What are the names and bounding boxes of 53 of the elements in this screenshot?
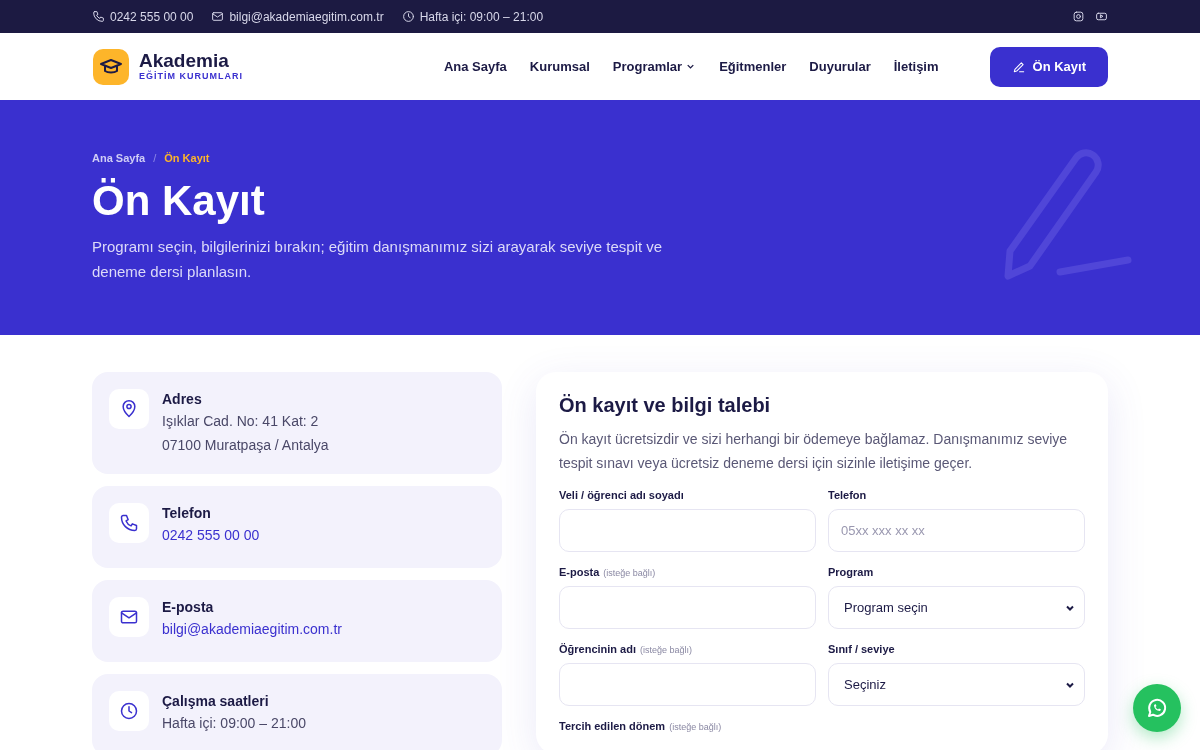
field-label: Tercih edilen dönem (isteğe bağlı) xyxy=(559,720,723,732)
mail-icon xyxy=(211,10,225,23)
breadcrumb-link[interactable]: Ana Sayfa xyxy=(92,152,146,164)
whatsapp-icon xyxy=(1145,696,1169,720)
breadcrumb-current: Ön Kayıt xyxy=(164,152,210,164)
field-label: Veli / öğrenci adı soyadı xyxy=(559,489,685,501)
brand-tagline: EĞİTİM KURUMLARI xyxy=(139,72,243,82)
mail-icon xyxy=(119,607,139,627)
phone-icon xyxy=(92,10,105,23)
topbar-hours: Hafta içi: 09:00 – 21:00 xyxy=(419,9,544,24)
pencil-icon xyxy=(1011,59,1026,74)
video-play-icon[interactable] xyxy=(1095,10,1108,23)
breadcrumb-separator: / xyxy=(153,152,157,164)
nav-link[interactable]: Programlar xyxy=(612,59,697,74)
input-field[interactable] xyxy=(559,586,816,629)
nav-link[interactable]: Kurumsal xyxy=(529,59,590,74)
nav-link[interactable]: Eğitmenler xyxy=(719,59,787,74)
nav-link[interactable]: Ana Sayfa xyxy=(443,59,507,74)
contact-text: 07100 Muratpaşa / Antalya xyxy=(162,436,329,455)
logo-icon[interactable] xyxy=(92,47,130,86)
input-field[interactable] xyxy=(559,509,816,552)
whatsapp-button[interactable] xyxy=(1133,684,1181,732)
page-title: Ön Kayıt xyxy=(92,178,266,225)
contact-title: Telefon xyxy=(162,504,212,523)
select-dropdown[interactable]: Program seçin xyxy=(828,586,1085,629)
contact-text: Hafta içi: 09:00 – 21:00 xyxy=(162,714,306,733)
field-label: E-posta (isteğe bağlı) xyxy=(559,566,657,578)
field-label: Program xyxy=(828,566,875,578)
nav-link[interactable]: Duyurular xyxy=(809,59,871,74)
form-title: Ön kayıt ve bilgi talebi xyxy=(559,394,772,417)
select-dropdown[interactable]: Seçiniz xyxy=(828,663,1085,706)
page-lead: Programı seçin, bilgilerinizi bırakın; eğitim danışmanımız sizi arayarak seviye tespit ve deneme dersi planlasın. xyxy=(92,237,664,283)
pre-register-button[interactable]: Ön Kayıt xyxy=(989,46,1108,87)
instagram-icon[interactable] xyxy=(1072,10,1085,23)
nav-link[interactable]: İletişim xyxy=(893,59,939,74)
input-field[interactable]: 05xx xxx xx xx xyxy=(828,509,1085,552)
contact-title: E-posta xyxy=(162,598,215,617)
topbar-email[interactable]: bilgi@akademiaegitim.com.tr xyxy=(229,9,384,24)
contact-link[interactable]: 0242 555 00 00 xyxy=(162,523,260,547)
location-pin-icon xyxy=(119,399,139,419)
field-label: Sınıf / seviye xyxy=(828,643,896,655)
contact-title: Çalışma saatleri xyxy=(162,692,270,711)
contact-title: Adres xyxy=(162,390,203,409)
field-label: Öğrencinin adı (isteğe bağlı) xyxy=(559,643,694,655)
form-intro: Ön kayıt ücretsizdir ve sizi herhangi bir ödemeye bağlamaz. Danışmanımız seviye tespit sınavı veya ücretsiz deneme dersi için sizinle iletişime geçer. xyxy=(559,430,1069,473)
input-field[interactable] xyxy=(559,663,816,706)
contact-text: Işıklar Cad. No: 41 Kat: 2 xyxy=(162,412,320,431)
clock-icon xyxy=(119,701,139,721)
field-label: Telefon xyxy=(828,489,868,501)
phone-icon xyxy=(119,513,139,533)
topbar-phone[interactable]: 0242 555 00 00 xyxy=(110,9,194,24)
clock-icon xyxy=(401,10,415,23)
contact-link[interactable]: bilgi@akademiaegitim.com.tr xyxy=(162,617,342,641)
